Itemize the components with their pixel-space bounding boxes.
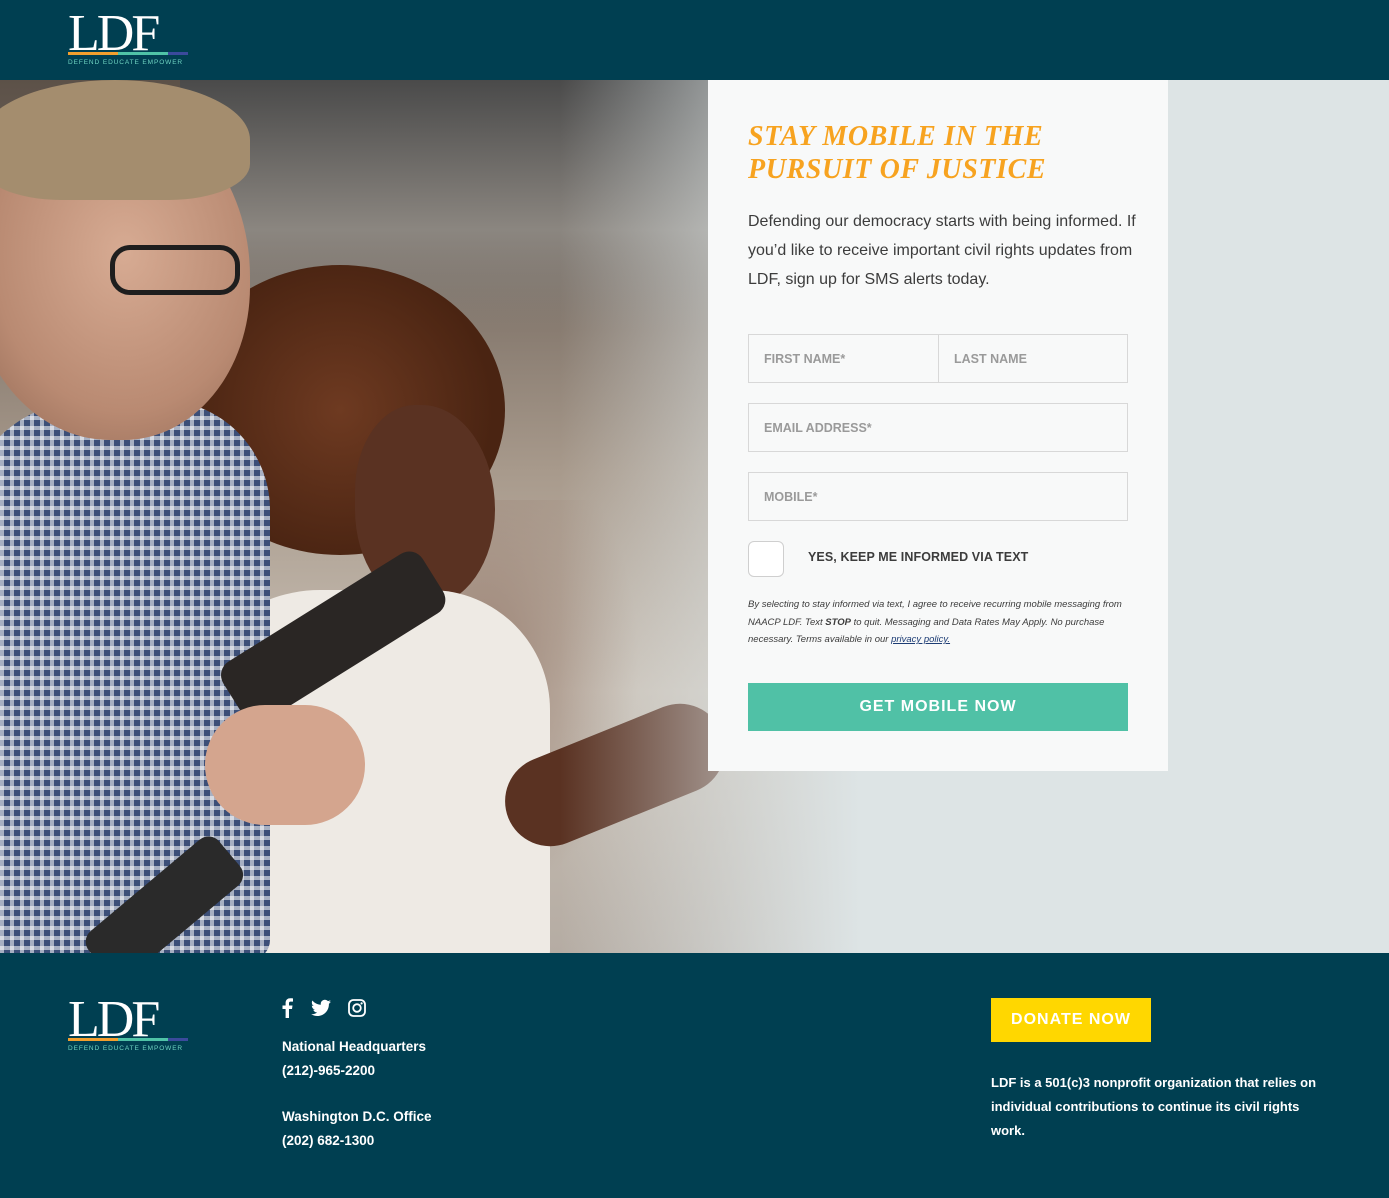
site-header: LDF DEFEND EDUCATE EMPOWER xyxy=(0,0,1389,80)
hq-phone-link[interactable]: (212)-965-2200 xyxy=(282,1059,375,1083)
mobile-field[interactable] xyxy=(748,472,1128,521)
logo-bar-teal xyxy=(118,52,168,55)
form-intro-text: Defending our democracy starts with bein… xyxy=(748,213,1136,288)
twitter-icon[interactable] xyxy=(311,998,331,1018)
site-footer: LDF DEFEND EDUCATE EMPOWER National Head… xyxy=(0,953,1389,1198)
header-logo[interactable]: LDF DEFEND EDUCATE EMPOWER xyxy=(68,5,188,70)
dc-phone-link[interactable]: (202) 682-1300 xyxy=(282,1129,374,1153)
keep-informed-checkbox[interactable] xyxy=(748,541,784,577)
first-name-field[interactable] xyxy=(748,334,939,383)
keep-informed-label[interactable]: YES, KEEP ME INFORMED VIA TEXT xyxy=(808,550,1028,564)
last-name-field[interactable] xyxy=(938,334,1128,383)
email-field[interactable] xyxy=(748,403,1128,452)
footer-logo-wordmark: LDF xyxy=(68,991,160,1048)
hq-label: National Headquarters xyxy=(282,1039,427,1054)
photo-man-hair xyxy=(0,80,250,200)
footer-logo-tagline: DEFEND EDUCATE EMPOWER xyxy=(68,1045,184,1052)
footer-logo-bar-blue xyxy=(168,1038,188,1041)
legal-disclaimer: By selecting to stay informed via text, … xyxy=(748,596,1133,649)
donate-now-button[interactable]: DONATE NOW xyxy=(991,998,1151,1042)
hero-section: STAY MOBILE IN THE PURSUIT OF JUSTICE De… xyxy=(0,80,1389,953)
privacy-policy-link[interactable]: privacy policy. xyxy=(891,634,950,645)
form-headline: STAY MOBILE IN THE PURSUIT OF JUSTICE xyxy=(748,121,1047,185)
legal-stop-keyword: STOP xyxy=(825,616,851,628)
photo-man-glasses xyxy=(110,245,240,295)
sms-signup-form: STAY MOBILE IN THE PURSUIT OF JUSTICE De… xyxy=(708,80,1168,771)
footer-logo[interactable]: LDF DEFEND EDUCATE EMPOWER xyxy=(68,991,188,1056)
facebook-icon[interactable] xyxy=(281,998,293,1018)
get-mobile-now-button[interactable]: GET MOBILE NOW xyxy=(748,683,1128,731)
footer-logo-bar-orange xyxy=(68,1038,118,1041)
dc-office-label: Washington D.C. Office xyxy=(282,1109,432,1124)
logo-wordmark: LDF xyxy=(68,5,160,62)
footer-logo-bar-teal xyxy=(118,1038,168,1041)
logo-bar-blue xyxy=(168,52,188,55)
instagram-icon[interactable] xyxy=(348,998,366,1018)
logo-bar-orange xyxy=(68,52,118,55)
logo-tagline: DEFEND EDUCATE EMPOWER xyxy=(68,59,184,66)
nonprofit-statement: LDF is a 501(c)3 nonprofit organization … xyxy=(991,1075,1317,1138)
photo-hand xyxy=(205,705,365,825)
